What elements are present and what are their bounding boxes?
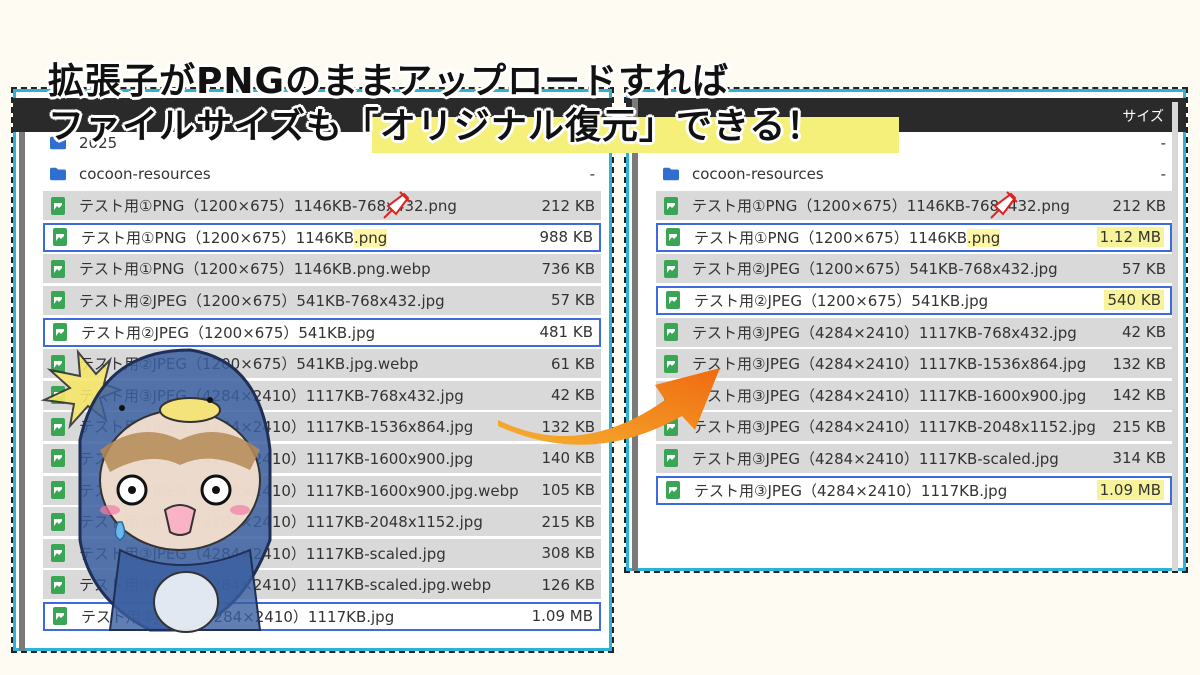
- file-size: 212 KB: [1112, 196, 1166, 215]
- file-size: 142 KB: [1112, 386, 1166, 405]
- file-size: 481 KB: [539, 323, 593, 342]
- file-size: 132 KB: [1112, 354, 1166, 373]
- hand-pointer-icon: [990, 191, 1018, 219]
- image-file-icon: [52, 323, 68, 342]
- file-row[interactable]: テスト用③JPEG（4284×2410）1117KB-scaled.jpg 314…: [656, 443, 1172, 473]
- right-scrollbar[interactable]: [1172, 102, 1178, 571]
- file-size: 314 KB: [1112, 449, 1166, 468]
- file-name: cocoon-resources: [79, 165, 211, 184]
- file-name: テスト用①PNG（1200×675）1146KB.png.webp: [79, 260, 431, 279]
- file-size: 988 KB: [539, 228, 593, 247]
- file-size: 212 KB: [541, 196, 595, 215]
- file-size: 215 KB: [541, 512, 595, 531]
- image-file-icon: [52, 228, 68, 247]
- image-file-icon: [50, 196, 66, 215]
- folder-row[interactable]: cocoon-resources -: [43, 160, 601, 189]
- file-name: テスト用①PNG（1200×675）1146KB-768x432.png: [79, 197, 457, 216]
- file-row[interactable]: テスト用①PNG（1200×675）1146KB.png 988 KB: [43, 222, 601, 252]
- scrollbar-track[interactable]: [19, 132, 25, 651]
- file-row[interactable]: テスト用②JPEG（1200×675）541KB.jpg 540 KB: [656, 285, 1172, 315]
- file-name: テスト用③JPEG（4284×2410）1117KB-768x432.jpg: [692, 323, 1077, 342]
- file-name: テスト用②JPEG（1200×675）541KB-768x432.jpg: [692, 260, 1058, 279]
- folder-icon: [663, 165, 679, 183]
- file-row[interactable]: テスト用③JPEG（4284×2410）1117KB-1600x900.jpg 1…: [656, 380, 1172, 410]
- file-row[interactable]: テスト用②JPEG（1200×675）541KB-768x432.jpg 57 K…: [43, 285, 601, 315]
- file-name: テスト用①PNG（1200×675）1146KB-768x432.png: [692, 197, 1070, 216]
- image-file-icon: [665, 481, 681, 500]
- folder-row[interactable]: cocoon-resources -: [656, 160, 1172, 189]
- headline-line-2: ファイルサイズも「オリジナル復元」できる！: [48, 106, 824, 147]
- file-row[interactable]: テスト用①PNG（1200×675）1146KB.png 1.12 MB: [656, 222, 1172, 252]
- arrow-right-icon: [498, 368, 720, 445]
- file-extension-highlight: .png: [354, 228, 388, 247]
- size-column-header[interactable]: サイズ: [1122, 106, 1164, 126]
- file-row[interactable]: テスト用③JPEG（4284×2410）1117KB.jpg 1.09 MB: [656, 475, 1172, 505]
- file-row[interactable]: テスト用③JPEG（4284×2410）1117KB-768x432.jpg 42…: [656, 317, 1172, 347]
- file-size: 1.09 MB: [1096, 480, 1164, 501]
- file-size: 105 KB: [541, 481, 595, 500]
- file-name: テスト用③JPEG（4284×2410）1117KB-2048x1152.jpg: [692, 418, 1096, 437]
- file-name: cocoon-resources: [692, 165, 824, 184]
- image-file-icon: [663, 323, 679, 342]
- right-file-list-panel: サイズ 2025-cocoon-resources-テスト用①PNG（1200×…: [624, 87, 1188, 573]
- file-row[interactable]: テスト用①PNG（1200×675）1146KB-768x432.png 212 …: [656, 191, 1172, 221]
- file-size: -: [589, 165, 595, 184]
- file-name: テスト用①PNG（1200×675）1146KB.png: [81, 228, 388, 247]
- file-size: 308 KB: [541, 544, 595, 563]
- image-file-icon: [50, 291, 66, 310]
- file-size: -: [1160, 165, 1166, 184]
- file-name: テスト用②JPEG（1200×675）541KB.jpg: [694, 291, 989, 310]
- file-name: テスト用③JPEG（4284×2410）1117KB-scaled.jpg: [692, 449, 1059, 468]
- image-file-icon: [665, 228, 681, 247]
- file-size: 126 KB: [541, 575, 595, 594]
- file-name: テスト用②JPEG（1200×675）541KB-768x432.jpg: [79, 291, 445, 310]
- file-row[interactable]: テスト用①PNG（1200×675）1146KB.png.webp 736 KB: [43, 254, 601, 284]
- file-size: 57 KB: [551, 291, 595, 310]
- folder-icon: [50, 165, 66, 183]
- file-size: -: [1160, 133, 1166, 152]
- file-row[interactable]: テスト用①PNG（1200×675）1146KB-768x432.png 212 …: [43, 191, 601, 221]
- image-file-icon: [663, 259, 679, 278]
- file-row[interactable]: テスト用②JPEG（1200×675）541KB-768x432.jpg 57 K…: [656, 254, 1172, 284]
- file-name: テスト用①PNG（1200×675）1146KB.png: [694, 228, 1001, 247]
- file-name: テスト用③JPEG（4284×2410）1117KB-1536x864.jpg: [692, 355, 1087, 374]
- file-size: 42 KB: [1122, 323, 1166, 342]
- image-file-icon: [50, 259, 66, 278]
- file-row[interactable]: テスト用③JPEG（4284×2410）1117KB-2048x1152.jpg…: [656, 412, 1172, 442]
- scrollbar-track[interactable]: [632, 98, 638, 571]
- file-size: 215 KB: [1112, 417, 1166, 436]
- file-row[interactable]: テスト用③JPEG（4284×2410）1117KB-1536x864.jpg 1…: [656, 349, 1172, 379]
- mascot-illustration: [40, 348, 272, 633]
- file-name: テスト用③JPEG（4284×2410）1117KB-1600x900.jpg: [692, 386, 1087, 405]
- hand-pointer-icon: [383, 191, 411, 219]
- file-size: 1.12 MB: [1096, 227, 1164, 248]
- file-size: 57 KB: [1122, 259, 1166, 278]
- file-name: テスト用③JPEG（4284×2410）1117KB.jpg: [694, 481, 1008, 500]
- image-file-icon: [663, 196, 679, 215]
- file-list: 2025-cocoon-resources-テスト用①PNG（1200×675）…: [656, 128, 1172, 507]
- file-size: 1.09 MB: [531, 607, 593, 626]
- file-size: 540 KB: [1104, 290, 1164, 311]
- file-size: 736 KB: [541, 259, 595, 278]
- image-file-icon: [665, 291, 681, 310]
- file-extension-highlight: .png: [967, 228, 1001, 247]
